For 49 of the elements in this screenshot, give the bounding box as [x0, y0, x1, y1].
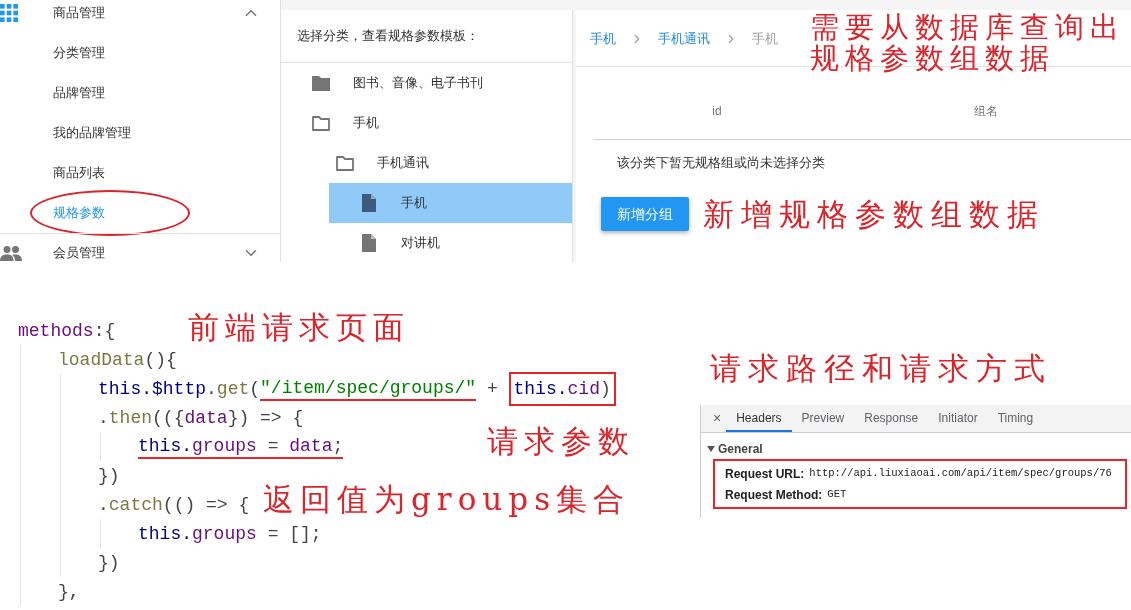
code-text: this.groups = [];	[138, 522, 322, 545]
code-text: .catch(() => {	[98, 493, 250, 516]
tree-item[interactable]: 手机	[329, 183, 572, 223]
document-icon	[362, 194, 376, 212]
tab[interactable]: Headers	[726, 405, 792, 432]
code-text: loadData(){	[58, 348, 177, 371]
menu-item[interactable]: 我的品牌管理	[30, 113, 190, 153]
code-text: },	[58, 580, 80, 603]
document-icon	[362, 234, 376, 252]
field-value: GET	[827, 486, 847, 502]
menu-item[interactable]: 分类管理	[30, 33, 190, 73]
column-header: 组名	[974, 102, 998, 120]
breadcrumb-link[interactable]: 手机通讯	[658, 28, 710, 49]
code-text: methods:{	[18, 319, 116, 342]
people-icon	[0, 245, 22, 261]
annotation-text: 返回值为groups集合	[263, 481, 631, 517]
panel-title: 选择分类，查看规格参数模板：	[297, 27, 479, 46]
breadcrumb-current: 手机	[752, 29, 778, 48]
section-header[interactable]: General	[701, 438, 1131, 459]
code-text: .then(({data}) => {	[98, 406, 304, 429]
tab[interactable]: Timing	[987, 405, 1044, 432]
close-button[interactable]: ×	[711, 405, 724, 432]
annotation-text: 新增规格参数组数据	[703, 196, 1045, 232]
underlined-code: this.groups = data;	[138, 434, 344, 459]
menu-group-button[interactable]: 商品管理	[0, 0, 280, 33]
annotation-text: 需要从数据库查询出	[810, 12, 1125, 43]
field-value: http://api.liuxiaoai.com/api/item/spec/groups/76	[809, 465, 1112, 481]
annotation-text: 规格参数组数据	[810, 43, 1056, 74]
menu-item[interactable]: 品牌管理	[30, 73, 190, 113]
annotation-text: 前端请求页面	[188, 309, 410, 345]
menu-item[interactable]: 商品列表	[30, 153, 190, 193]
code-text: this.$http.get(	[98, 377, 261, 400]
tab[interactable]: Initiator	[928, 405, 988, 432]
annotation-text: 请求路径和请求方式	[710, 350, 1052, 386]
empty-message: 该分类下暂无规格组或尚未选择分类	[617, 154, 825, 173]
code-text: })	[98, 551, 120, 574]
grid-icon	[0, 4, 18, 22]
column-header: id	[712, 102, 722, 120]
tab[interactable]: Response	[854, 405, 929, 432]
boxed-code: this.cid)	[508, 371, 616, 406]
annotation-text: 请求参数	[487, 423, 635, 459]
field-label: Request URL:	[725, 465, 805, 483]
code-text: })	[98, 464, 120, 487]
code-text: +	[485, 377, 499, 400]
menu-group-button[interactable]: 会员管理	[0, 234, 280, 262]
underlined-code: "/item/spec/groups/"	[260, 376, 477, 401]
tab[interactable]: Preview	[791, 405, 855, 432]
breadcrumb-link[interactable]: 手机	[590, 28, 616, 49]
field-label: Request Method:	[725, 486, 823, 504]
